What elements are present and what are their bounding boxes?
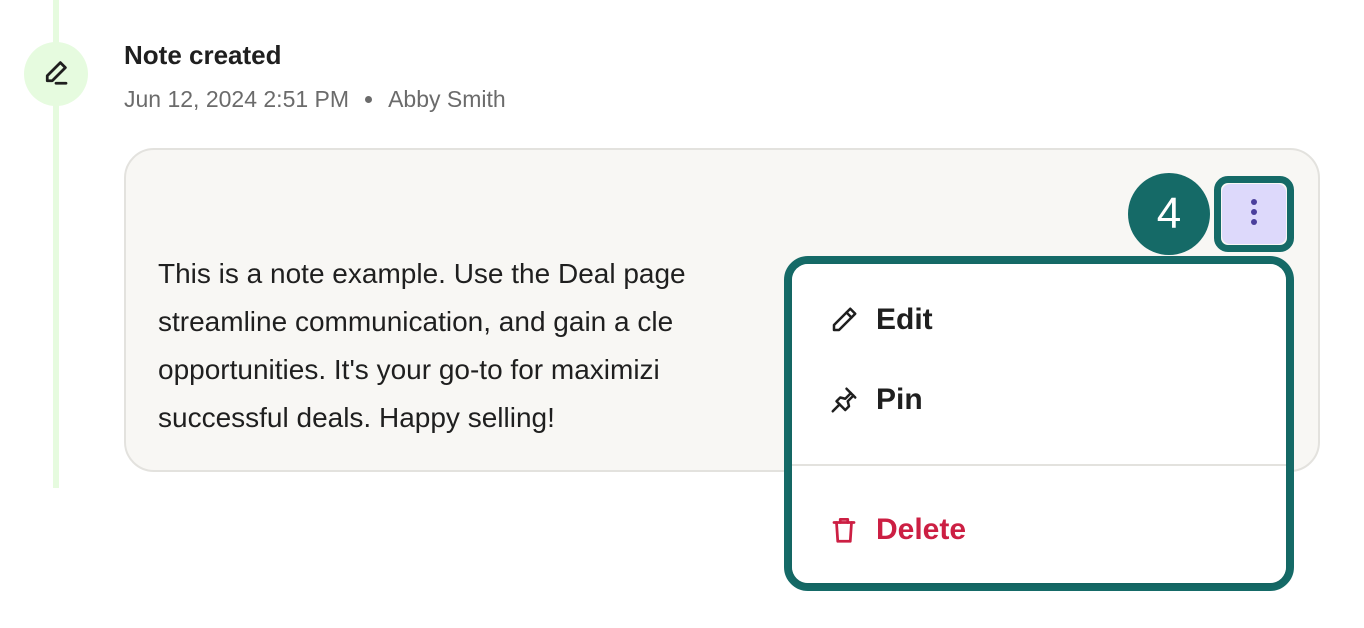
- trash-icon: [828, 514, 860, 546]
- menu-item-label: Edit: [876, 303, 933, 336]
- menu-item-delete[interactable]: Delete: [792, 498, 1286, 562]
- note-text: This is a note example. Use the Deal pag…: [158, 258, 686, 433]
- separator-dot: [365, 96, 373, 103]
- context-menu: Edit Pin Delete: [792, 264, 1286, 583]
- menu-item-label: Delete: [876, 513, 967, 546]
- event-meta: Jun 12, 2024 2:51 PM Abby Smith: [124, 86, 506, 113]
- kebab-vertical-icon: [1249, 197, 1259, 232]
- more-options-button[interactable]: [1222, 184, 1286, 244]
- pen-icon: [41, 57, 71, 92]
- menu-item-edit[interactable]: Edit: [792, 288, 1286, 352]
- menu-item-label: Pin: [876, 383, 923, 416]
- timeline-marker: [24, 42, 88, 106]
- menu-item-pin[interactable]: Pin: [792, 368, 1286, 432]
- event-title: Note created: [124, 40, 282, 70]
- event-author: Abby Smith: [388, 86, 506, 112]
- pencil-icon: [828, 304, 860, 336]
- pin-icon: [828, 384, 860, 416]
- menu-divider: [792, 464, 1286, 466]
- event-date: Jun 12, 2024 2:51 PM: [124, 86, 350, 112]
- step-badge: 4: [1128, 173, 1210, 255]
